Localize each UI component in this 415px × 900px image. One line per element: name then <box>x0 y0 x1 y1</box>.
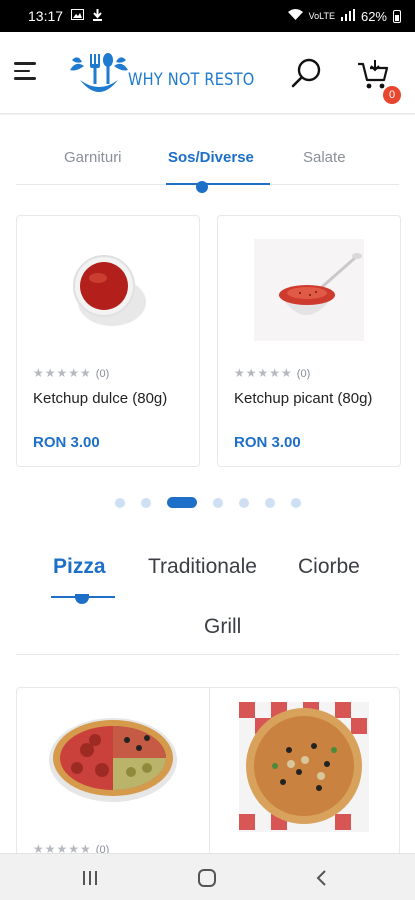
download-icon <box>92 8 103 24</box>
product-price: RON 3.00 <box>33 434 100 451</box>
battery-percent: 62% <box>360 8 387 24</box>
logo-text: WHY NOT RESTO <box>128 70 255 90</box>
carousel-pagination <box>0 497 415 509</box>
cart-badge: 0 <box>383 86 401 104</box>
signal-icon <box>340 8 355 24</box>
back-icon[interactable] <box>310 866 334 890</box>
rating-count: (0) <box>296 368 311 380</box>
tab-ciorbe[interactable]: Ciorbe <box>298 555 360 579</box>
carousel-dot[interactable] <box>213 498 223 508</box>
menu-category-tabs: Pizza Traditionale Ciorbe Grill <box>16 535 399 655</box>
tab-garnituri[interactable]: Garnituri <box>64 149 122 166</box>
carousel-dot-active[interactable] <box>167 497 197 508</box>
tab-salate[interactable]: Salate <box>303 149 346 166</box>
search-icon[interactable] <box>290 56 324 90</box>
product-price: RON 3.00 <box>234 434 301 451</box>
product-image-ketchup-dulce <box>17 230 199 350</box>
product-image-pizza-2[interactable] <box>239 702 369 837</box>
app-header: WHY NOT RESTO 0 <box>0 32 415 114</box>
gallery-icon <box>71 9 85 23</box>
product-card-ketchup-picant[interactable]: ★★★★★ (0) Ketchup picant (80g) RON 3.00 <box>217 215 401 467</box>
product-name: Ketchup picant (80g) <box>234 390 373 407</box>
tab-pizza[interactable]: Pizza <box>53 555 106 579</box>
product-image-ketchup-picant <box>218 230 400 350</box>
carousel-dot[interactable] <box>265 498 275 508</box>
rating-stars: ★★★★★ (0) <box>33 842 109 853</box>
category-tabs: Garnituri Sos/Diverse Salate <box>16 115 399 185</box>
carousel-dot[interactable] <box>115 498 125 508</box>
recent-apps-icon[interactable] <box>78 866 102 890</box>
product-card-ketchup-dulce[interactable]: ★★★★★ (0) Ketchup dulce (80g) RON 3.00 <box>16 215 200 467</box>
tab-grill[interactable]: Grill <box>204 615 241 639</box>
carousel-dot[interactable] <box>291 498 301 508</box>
carousel-dot[interactable] <box>141 498 151 508</box>
rating-stars: ★★★★★ (0) <box>33 366 110 380</box>
volte-icon: VoLTE <box>308 11 335 21</box>
hamburger-menu-icon[interactable] <box>14 62 38 82</box>
product-image-pizza-1[interactable] <box>47 710 179 811</box>
active-tab-indicator <box>196 181 208 193</box>
wifi-icon <box>287 8 303 24</box>
battery-icon <box>393 9 401 23</box>
active-tab-indicator <box>75 594 89 604</box>
rating-stars: ★★★★★ (0) <box>234 366 311 380</box>
status-time: 13:17 <box>28 8 64 24</box>
system-navigation-bar <box>0 853 415 900</box>
home-icon[interactable] <box>195 866 219 890</box>
product-name: Ketchup dulce (80g) <box>33 390 168 407</box>
main-content: Garnituri Sos/Diverse Salate ★★★★★ (0) Ke… <box>0 115 415 853</box>
pizza-product-row: ★★★★★ (0) <box>16 687 400 853</box>
tab-sos-diverse[interactable]: Sos/Diverse <box>168 149 254 166</box>
tab-traditionale[interactable]: Traditionale <box>148 555 257 579</box>
rating-count: (0) <box>95 844 110 853</box>
carousel-dot[interactable] <box>239 498 249 508</box>
rating-count: (0) <box>95 368 110 380</box>
status-bar: 13:17 VoLTE 62% <box>0 0 415 32</box>
active-tab-underline <box>166 183 270 185</box>
